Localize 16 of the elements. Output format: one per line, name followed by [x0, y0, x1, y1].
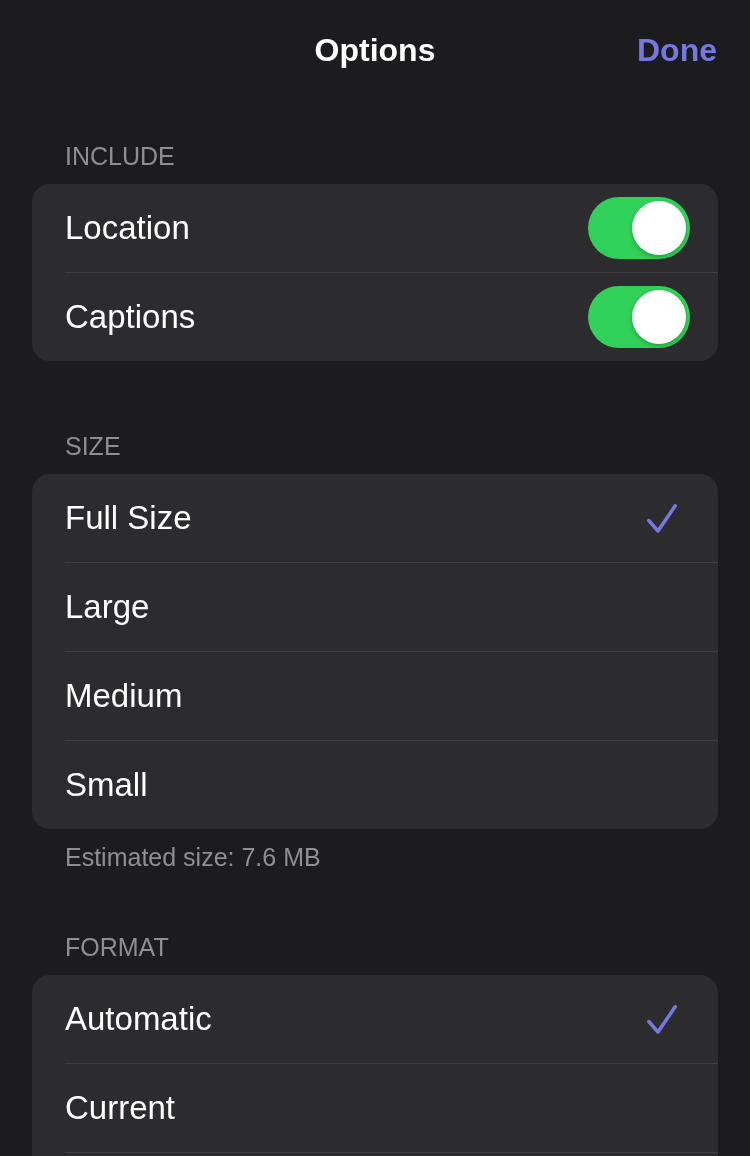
setting-label: Captions	[65, 297, 196, 337]
list-option[interactable]: Automatic	[32, 975, 718, 1063]
sheet-title: Options	[314, 31, 436, 70]
list-option[interactable]: Small	[32, 741, 718, 829]
section-footer: Estimated size: 7.6 MB	[65, 841, 321, 873]
section-header: FORMAT	[65, 932, 169, 963]
section-header: INCLUDE	[65, 141, 175, 172]
list-option[interactable]: Medium	[32, 652, 718, 740]
setting-label: Location	[65, 208, 190, 248]
list-option[interactable]: Full Size	[32, 474, 718, 562]
list-option[interactable]: Current	[32, 1064, 718, 1152]
done-button[interactable]: Done	[637, 30, 717, 70]
section-header: SIZE	[65, 431, 121, 462]
switch-knob	[632, 290, 686, 344]
switch-knob	[632, 201, 686, 255]
list-option[interactable]: Large	[32, 563, 718, 651]
